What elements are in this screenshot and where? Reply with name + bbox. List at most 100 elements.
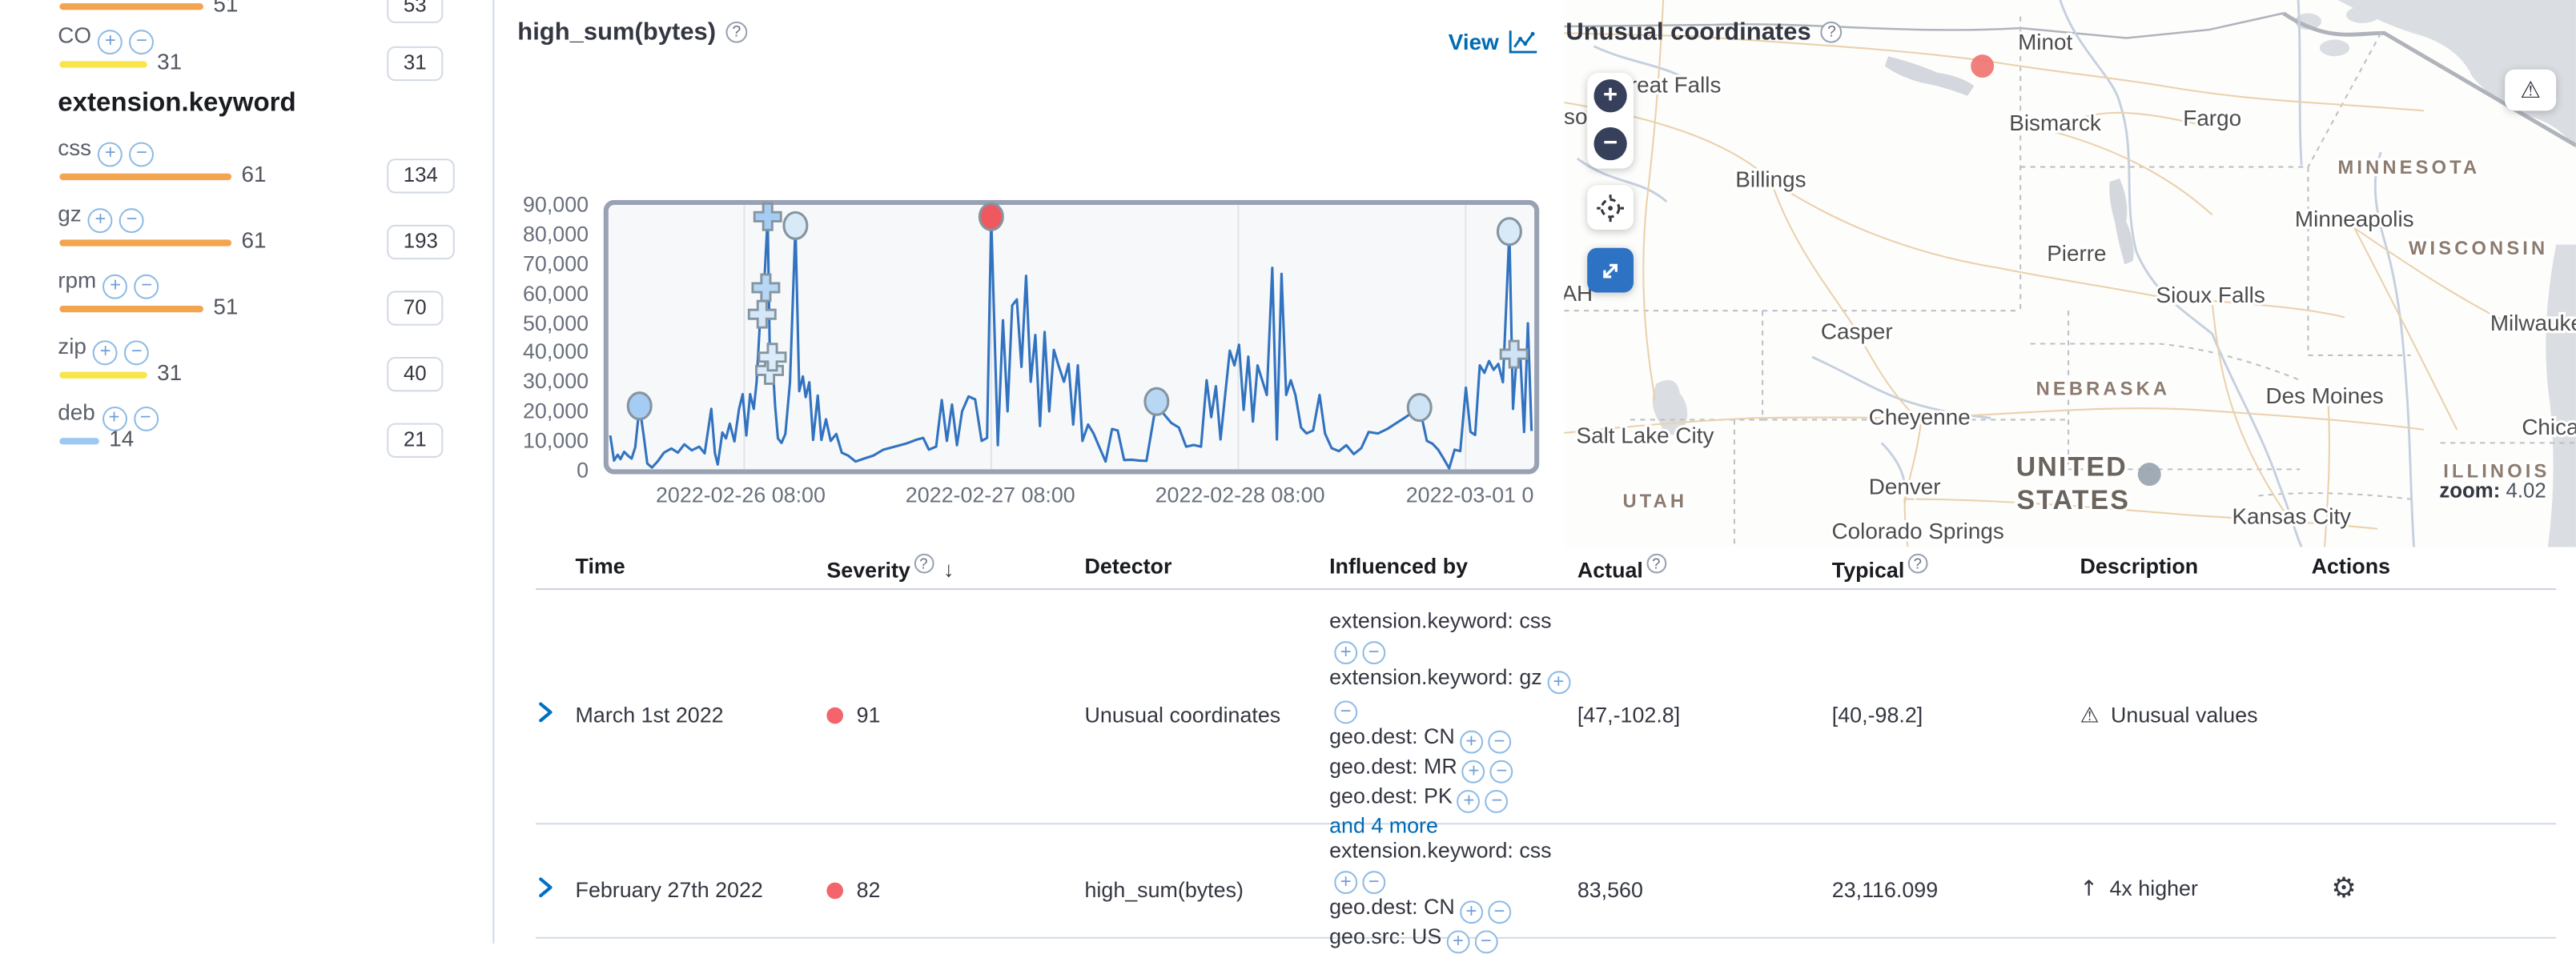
remove-filter-icon[interactable]: −	[130, 30, 155, 54]
anomalies-table: TimeSeverity?↓DetectorInfluenced byActua…	[536, 545, 2556, 938]
influencer-max-score: 51	[213, 0, 238, 17]
add-filter-icon[interactable]: +	[88, 208, 113, 233]
help-icon[interactable]: ?	[914, 554, 934, 574]
map-label-fragment: so	[1564, 104, 1587, 129]
crosshair-icon	[1596, 193, 1626, 222]
remove-filter-icon[interactable]: −	[1334, 701, 1357, 724]
remove-filter-icon[interactable]: −	[135, 275, 159, 299]
severity-dot-icon	[826, 707, 843, 724]
column-header-actions: Actions	[2312, 545, 2557, 578]
remove-filter-icon[interactable]: −	[1488, 901, 1511, 924]
influencer-value: geo.dest: MR	[1329, 754, 1457, 779]
warning-icon: ⚠	[2080, 703, 2100, 728]
y-axis-tick: 80,000	[430, 221, 589, 246]
zoom-out-button[interactable]: −	[1593, 127, 1626, 160]
anomaly-marker	[1145, 388, 1168, 415]
map-state-label: UTAH	[1623, 491, 1688, 512]
anomaly-actual: 83,560	[1577, 877, 1832, 902]
add-filter-icon[interactable]: +	[1334, 642, 1357, 665]
y-axis-tick: 70,000	[430, 251, 589, 275]
influencer-max-score-bar	[59, 3, 203, 10]
expand-row-button[interactable]	[536, 876, 556, 904]
chart-title: high_sum(bytes)?	[517, 18, 747, 46]
influencer-max-score-bar	[59, 306, 203, 312]
remove-filter-icon[interactable]: −	[1490, 760, 1513, 784]
add-filter-icon[interactable]: +	[1460, 901, 1483, 924]
column-header-actual: Actual?	[1577, 545, 1832, 582]
anomaly-time: March 1st 2022	[576, 703, 827, 728]
influencer-value: geo.dest: CN	[1329, 724, 1455, 749]
remove-filter-icon[interactable]: −	[130, 142, 155, 167]
remove-filter-icon[interactable]: −	[124, 340, 149, 365]
set-view-button[interactable]	[1587, 185, 1634, 230]
add-filter-icon[interactable]: +	[103, 275, 128, 299]
zoom-in-button[interactable]: +	[1593, 79, 1626, 112]
map-warning-button[interactable]: ⚠	[2505, 70, 2556, 111]
anomaly-description: ⚠Unusual values	[2080, 702, 2312, 728]
x-axis-tick: 2022-02-26 08:00	[656, 483, 826, 507]
add-filter-icon[interactable]: +	[1547, 671, 1570, 695]
column-header-expander	[536, 545, 576, 553]
typical-location-dot[interactable]	[2138, 463, 2161, 486]
map-city-label: Kansas City	[2232, 504, 2351, 529]
remove-filter-icon[interactable]: −	[1488, 731, 1511, 754]
expand-map-button[interactable]	[1587, 248, 1634, 293]
add-filter-icon[interactable]: +	[1457, 790, 1481, 813]
add-filter-icon[interactable]: +	[1462, 760, 1485, 784]
map-city-label: Milwaukee	[2490, 311, 2576, 335]
column-header-typical: Typical?	[1832, 545, 2080, 582]
help-icon[interactable]: ?	[1646, 554, 1666, 574]
influencer-max-score: 61	[241, 228, 266, 253]
column-header-description: Description	[2080, 545, 2312, 578]
expand-row-button[interactable]	[536, 701, 556, 729]
help-icon[interactable]: ?	[725, 22, 747, 43]
map-zoom-controls: + −	[1587, 73, 1634, 169]
influencer-max-score: 31	[157, 360, 182, 385]
influencer-label-CO: CO+−	[58, 23, 154, 54]
add-filter-icon[interactable]: +	[93, 340, 118, 365]
unusual-coordinates-map[interactable]: MinotBismarckFargoGreat FallsBillingsMin…	[1564, 0, 2576, 547]
remove-filter-icon[interactable]: −	[1362, 642, 1385, 665]
actual-location-dot[interactable]	[1971, 54, 1994, 78]
influenced-by-cell: extension.keyword: css+−extension.keywor…	[1329, 590, 1577, 840]
remove-filter-icon[interactable]: −	[1485, 790, 1509, 813]
map-city-label: Des Moines	[2266, 383, 2384, 408]
warning-icon: ⚠	[2520, 77, 2541, 103]
influencer-max-score-bar	[59, 61, 147, 67]
map-city-label: Fargo	[2183, 106, 2241, 130]
map-city-label: Colorado Springs	[1832, 519, 2004, 543]
view-chart-link[interactable]: View	[1449, 30, 1537, 54]
add-filter-icon[interactable]: +	[1460, 731, 1483, 754]
influencer-max-score-bar	[59, 438, 99, 444]
x-axis-tick: 2022-02-27 08:00	[906, 483, 1075, 507]
remove-filter-icon[interactable]: −	[119, 208, 144, 233]
actions-gear-button[interactable]: ⚙	[2312, 872, 2357, 905]
map-city-label: Denver	[1869, 474, 1941, 499]
remove-filter-icon[interactable]: −	[133, 407, 158, 431]
add-filter-icon[interactable]: +	[1334, 872, 1357, 895]
map-country-label: STATES	[2016, 485, 2130, 515]
anomaly-marker	[1497, 218, 1521, 245]
remove-filter-icon[interactable]: −	[1475, 931, 1498, 954]
map-city-label: Minot	[2018, 30, 2072, 54]
influencer-value: extension.keyword: css	[1329, 838, 1552, 863]
map-city-label: Bismarck	[2009, 110, 2101, 135]
add-filter-icon[interactable]: +	[98, 30, 123, 54]
influencer-field-header: extension.keyword	[58, 89, 295, 118]
y-axis-tick: 60,000	[430, 280, 589, 305]
anomaly-chart[interactable]	[604, 200, 1540, 479]
add-filter-icon[interactable]: +	[1447, 931, 1470, 954]
anomaly-row: March 1st 202291Unusual coordinatesexten…	[536, 590, 2556, 824]
anomaly-marker	[784, 212, 807, 238]
influencer-label-deb: deb+−	[58, 400, 158, 431]
add-filter-icon[interactable]: +	[98, 142, 123, 167]
anomaly-detector: high_sum(bytes)	[1085, 877, 1330, 902]
map-zoom-level: zoom: 4.02	[2439, 479, 2546, 503]
actions-cell: ⚙	[2312, 872, 2557, 905]
influencer-total-score-badge: 31	[387, 46, 443, 81]
help-icon[interactable]: ?	[1907, 554, 1927, 574]
column-header-severity[interactable]: Severity?↓	[826, 545, 1084, 582]
anomaly-typical: 23,116.099	[1832, 877, 2080, 902]
help-icon[interactable]: ?	[1821, 22, 1843, 43]
remove-filter-icon[interactable]: −	[1362, 872, 1385, 895]
